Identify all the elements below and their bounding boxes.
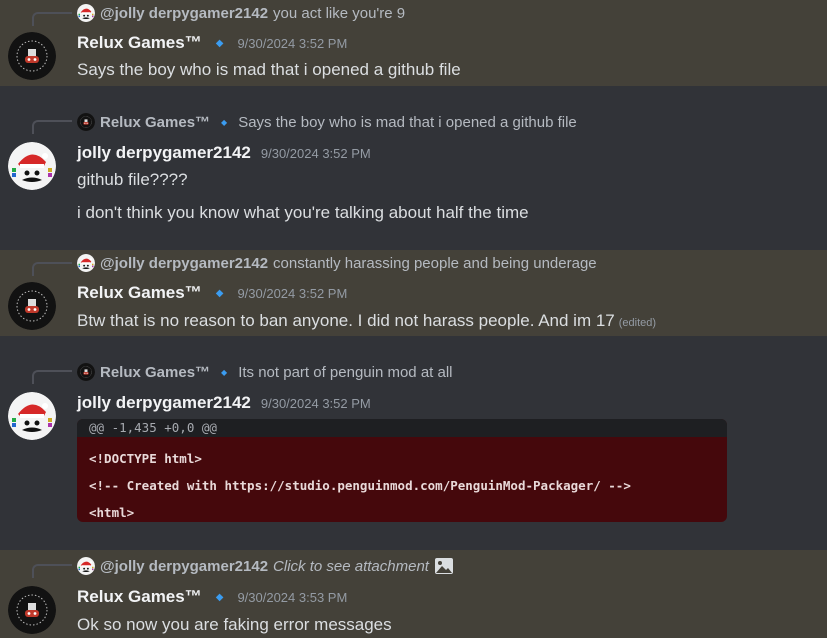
reply-author[interactable]: Relux Games™ — [100, 114, 210, 131]
code-line: <html> — [89, 505, 135, 520]
timestamp[interactable]: 9/30/2024 3:52 PM — [237, 36, 347, 51]
reply-preview[interactable]: Relux Games™ ◆ Says the boy who is mad t… — [77, 112, 577, 132]
reply-connector — [32, 120, 72, 134]
reply-avatar — [77, 254, 95, 272]
diff-hunk-header: @@ -1,435 +0,0 @@ — [77, 419, 727, 437]
avatar[interactable] — [8, 586, 56, 634]
reply-preview[interactable]: Relux Games™ ◆ Its not part of penguin m… — [77, 362, 453, 382]
username[interactable]: jolly derpygamer2142 — [77, 393, 251, 413]
image-icon — [434, 558, 453, 574]
reply-avatar — [77, 363, 95, 381]
reply-preview[interactable]: @jolly derpygamer2142 Click to see attac… — [77, 556, 454, 576]
reply-text[interactable]: you act like you're 9 — [273, 5, 405, 22]
message-header: Relux Games™ ◆ 9/30/2024 3:53 PM — [77, 586, 347, 608]
code-line: <!-- Created with https://studio.penguin… — [89, 478, 631, 493]
reply-text[interactable]: Says the boy who is mad that i opened a … — [238, 114, 577, 131]
diamond-icon: ◆ — [215, 591, 224, 603]
username[interactable]: Relux Games™ — [77, 283, 202, 303]
message-text: Says the boy who is mad that i opened a … — [77, 60, 461, 79]
reply-text[interactable]: Click to see attachment — [273, 558, 429, 575]
message-header: Relux Games™ ◆ 9/30/2024 3:52 PM — [77, 282, 347, 304]
reply-avatar — [77, 4, 95, 22]
message-1: @jolly derpygamer2142 you act like you'r… — [0, 0, 827, 86]
avatar[interactable] — [8, 142, 56, 190]
message-text: Btw that is no reason to ban anyone. I d… — [77, 311, 656, 331]
reply-connector — [32, 12, 72, 26]
diamond-icon: ◆ — [215, 287, 224, 299]
message-2: Relux Games™ ◆ Says the boy who is mad t… — [0, 86, 827, 250]
reply-text[interactable]: Its not part of penguin mod at all — [238, 364, 452, 381]
message-5: @jolly derpygamer2142 Click to see attac… — [0, 550, 827, 638]
diamond-icon: ◆ — [221, 117, 228, 127]
reply-preview[interactable]: @jolly derpygamer2142 constantly harassi… — [77, 253, 597, 273]
message-header: jolly derpygamer2142 9/30/2024 3:52 PM — [77, 142, 371, 164]
reply-preview[interactable]: @jolly derpygamer2142 you act like you'r… — [77, 3, 405, 23]
message-header: Relux Games™ ◆ 9/30/2024 3:52 PM — [77, 32, 347, 54]
reply-connector — [32, 370, 72, 384]
username[interactable]: Relux Games™ — [77, 587, 202, 607]
diamond-icon: ◆ — [215, 37, 224, 49]
reply-avatar — [77, 557, 95, 575]
message-text: Ok so now you are faking error messages — [77, 615, 392, 634]
diamond-icon: ◆ — [221, 367, 228, 377]
reply-connector — [32, 262, 72, 276]
timestamp[interactable]: 9/30/2024 3:52 PM — [261, 146, 371, 161]
message-text: github file???? — [77, 170, 188, 189]
reply-author[interactable]: Relux Games™ — [100, 364, 210, 381]
avatar[interactable] — [8, 392, 56, 440]
message-text: i don't think you know what you're talki… — [77, 203, 529, 222]
timestamp[interactable]: 9/30/2024 3:52 PM — [237, 286, 347, 301]
message-text-content: Btw that is no reason to ban anyone. I d… — [77, 311, 615, 330]
reply-author[interactable]: @jolly derpygamer2142 — [100, 255, 268, 272]
edited-label: (edited) — [618, 317, 657, 329]
timestamp[interactable]: 9/30/2024 3:53 PM — [237, 590, 347, 605]
avatar[interactable] — [8, 32, 56, 80]
code-block[interactable]: @@ -1,435 +0,0 @@ <!DOCTYPE html> <!-- C… — [77, 419, 727, 522]
username[interactable]: Relux Games™ — [77, 33, 202, 53]
reply-text[interactable]: constantly harassing people and being un… — [273, 255, 597, 272]
avatar[interactable] — [8, 282, 56, 330]
message-3: @jolly derpygamer2142 constantly harassi… — [0, 250, 827, 336]
reply-author[interactable]: @jolly derpygamer2142 — [100, 558, 268, 575]
code-line: <!DOCTYPE html> — [89, 451, 202, 466]
username[interactable]: jolly derpygamer2142 — [77, 143, 251, 163]
reply-connector — [32, 564, 72, 578]
reply-author[interactable]: @jolly derpygamer2142 — [100, 5, 268, 22]
reply-avatar — [77, 113, 95, 131]
message-header: jolly derpygamer2142 9/30/2024 3:52 PM — [77, 392, 371, 414]
timestamp[interactable]: 9/30/2024 3:52 PM — [261, 396, 371, 411]
